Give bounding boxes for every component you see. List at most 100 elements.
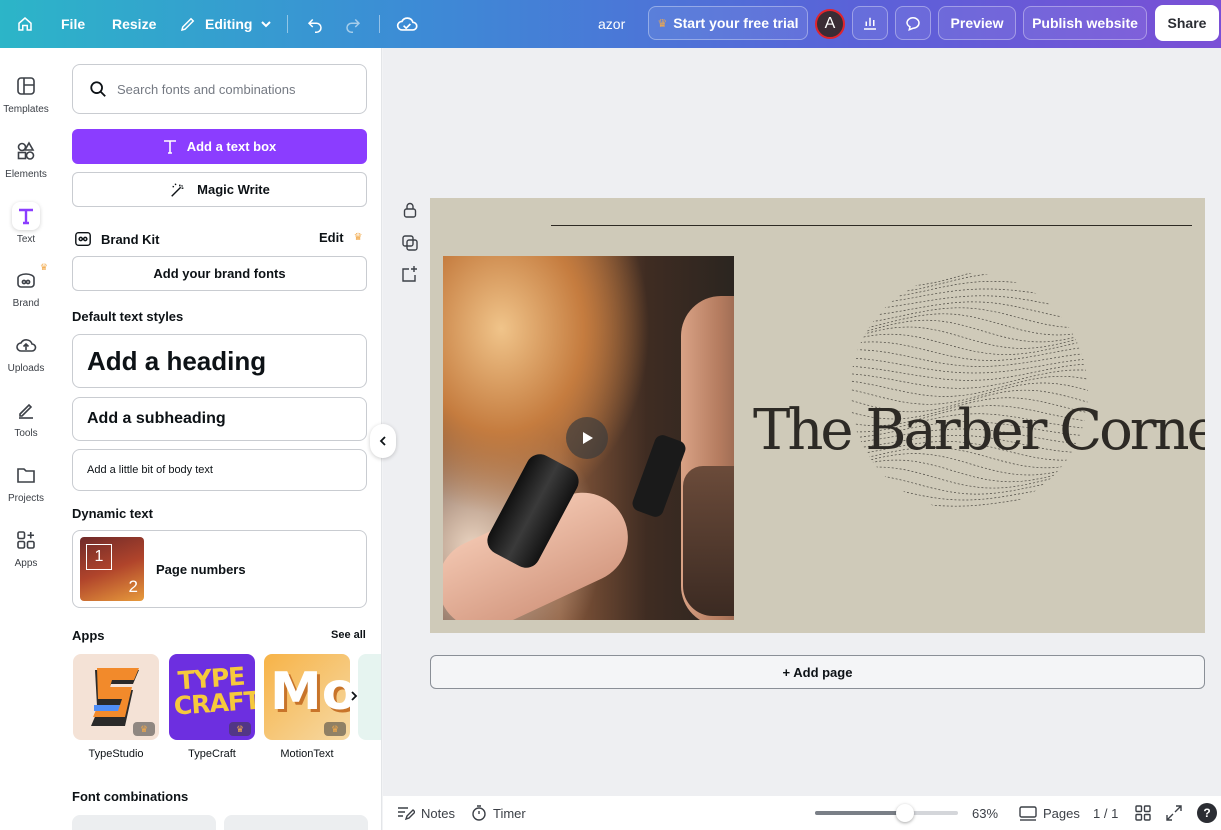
rail-item-text[interactable]: Text: [0, 196, 52, 256]
redo-icon: [346, 18, 361, 33]
home-button[interactable]: [16, 0, 34, 48]
wave-line: [850, 357, 1088, 374]
grid-icon: [1135, 805, 1151, 821]
undo-icon: [307, 18, 322, 33]
search-icon: [90, 81, 106, 97]
barber-photo[interactable]: [443, 256, 734, 620]
wave-line: [850, 481, 1088, 501]
zoom-percentage[interactable]: 63%: [972, 796, 998, 830]
tools-icon: [14, 398, 38, 422]
resize-button[interactable]: Resize: [112, 0, 156, 48]
font-combo-card[interactable]: [72, 815, 216, 830]
motiontext-app-tile[interactable]: Mo ♛: [264, 654, 350, 740]
wave-circle-graphic[interactable]: [848, 271, 1090, 513]
rail-item-templates[interactable]: Templates: [0, 66, 52, 126]
wave-line: [850, 459, 1088, 483]
search-input[interactable]: Search fonts and combinations: [117, 82, 296, 97]
rail-label: Templates: [3, 104, 49, 115]
redo-button[interactable]: [344, 0, 362, 48]
comment-icon: [906, 17, 920, 31]
notes-label: Notes: [421, 805, 455, 821]
add-page-button[interactable]: + Add page: [430, 655, 1205, 689]
add-page-icon[interactable]: [401, 265, 419, 283]
avatar[interactable]: A: [815, 9, 845, 39]
rail-item-uploads[interactable]: Uploads: [0, 325, 52, 385]
brand-kit-icon: [75, 231, 91, 247]
brand-edit-label: Edit: [319, 230, 344, 245]
rail-item-elements[interactable]: Elements: [0, 131, 52, 191]
rail-label: Projects: [7, 493, 45, 504]
notes-button[interactable]: Notes: [397, 796, 455, 830]
wave-line: [850, 466, 1088, 489]
typecraft-app-tile[interactable]: TYPE CRAFT ♛: [169, 654, 255, 740]
typecraft-logo-icon: TYPE CRAFT: [172, 661, 255, 721]
font-combo-card[interactable]: [224, 815, 368, 830]
publish-website-button[interactable]: Publish website: [1023, 6, 1147, 40]
rail-item-brand[interactable]: ♛ Brand: [0, 260, 52, 320]
projects-icon: [14, 463, 38, 487]
rail-label: Brand: [12, 298, 40, 309]
brand-edit-link[interactable]: Edit ♛: [319, 230, 363, 245]
divider-line[interactable]: [551, 225, 1192, 226]
top-toolbar: File Resize Editing azor ♛ Start your fr…: [0, 0, 1221, 48]
help-button[interactable]: ?: [1197, 796, 1217, 830]
rail-item-tools[interactable]: Tools: [0, 390, 52, 450]
templates-icon: [14, 74, 38, 98]
document-title[interactable]: azor: [598, 0, 625, 48]
zoom-slider[interactable]: [815, 804, 958, 822]
zoom-slider-thumb[interactable]: [896, 804, 915, 822]
page-numbers-card[interactable]: 1 2 Page numbers: [72, 530, 367, 608]
text-icon: [12, 202, 40, 230]
wave-line: [850, 341, 1088, 361]
rail-item-projects[interactable]: Projects: [0, 455, 52, 515]
magic-wand-icon: [171, 182, 184, 197]
duplicate-page-icon[interactable]: [401, 234, 419, 252]
page-numbers-thumbnail: 1 2: [80, 537, 144, 601]
comments-button[interactable]: [895, 6, 931, 40]
file-menu[interactable]: File: [61, 0, 85, 48]
page-numbers-label: Page numbers: [156, 561, 246, 577]
brand-kit-header: Brand Kit: [74, 230, 160, 248]
magic-write-button[interactable]: Magic Write: [72, 172, 367, 207]
undo-button[interactable]: [306, 0, 324, 48]
brand-icon: ♛: [14, 262, 48, 292]
font-search-box[interactable]: Search fonts and combinations: [72, 64, 367, 114]
wave-line: [850, 490, 1088, 507]
side-nav-rail: Templates Elements Text ♛ Brand Uploads …: [0, 48, 52, 830]
apps-icon: [14, 528, 38, 552]
analytics-button[interactable]: [852, 6, 888, 40]
save-status-button[interactable]: [396, 0, 418, 48]
rail-item-apps[interactable]: Apps: [0, 520, 52, 580]
timer-button[interactable]: Timer: [471, 796, 526, 830]
preview-button[interactable]: Preview: [938, 6, 1016, 40]
see-all-apps-link[interactable]: See all: [331, 629, 366, 641]
start-trial-button[interactable]: ♛ Start your free trial: [648, 6, 808, 40]
text-panel: Search fonts and combinations Add a text…: [52, 48, 382, 830]
add-text-box-button[interactable]: Add a text box: [72, 129, 367, 164]
apps-title: Apps: [72, 628, 105, 643]
wave-line: [850, 301, 1088, 321]
apps-next-arrow[interactable]: [346, 684, 362, 708]
design-page[interactable]: The Barber Corner: [430, 198, 1205, 633]
lock-icon[interactable]: [401, 201, 419, 219]
pencil-icon: [180, 17, 195, 32]
typestudio-app-tile[interactable]: ♛: [73, 654, 159, 740]
fullscreen-icon: [1166, 805, 1182, 821]
add-subheading-button[interactable]: Add a subheading: [72, 397, 367, 441]
play-video-button[interactable]: [566, 417, 608, 459]
number-two-glyph: 2: [128, 577, 138, 596]
chevron-down-icon: [261, 21, 272, 28]
collapse-panel-button[interactable]: [370, 424, 396, 458]
crown-icon: ♛: [39, 262, 48, 272]
text-icon: [163, 139, 176, 154]
add-text-box-label: Add a text box: [186, 139, 277, 154]
share-button[interactable]: Share: [1155, 5, 1219, 41]
fullscreen-button[interactable]: [1166, 796, 1182, 830]
add-brand-fonts-button[interactable]: Add your brand fonts: [72, 256, 367, 291]
add-body-text-button[interactable]: Add a little bit of body text: [72, 449, 367, 491]
pages-button[interactable]: Pages: [1019, 796, 1080, 830]
editing-mode-dropdown[interactable]: Editing: [179, 0, 272, 48]
grid-view-button[interactable]: [1135, 796, 1151, 830]
headline-text[interactable]: The Barber Corner: [753, 398, 1205, 463]
add-heading-button[interactable]: Add a heading: [72, 334, 367, 388]
